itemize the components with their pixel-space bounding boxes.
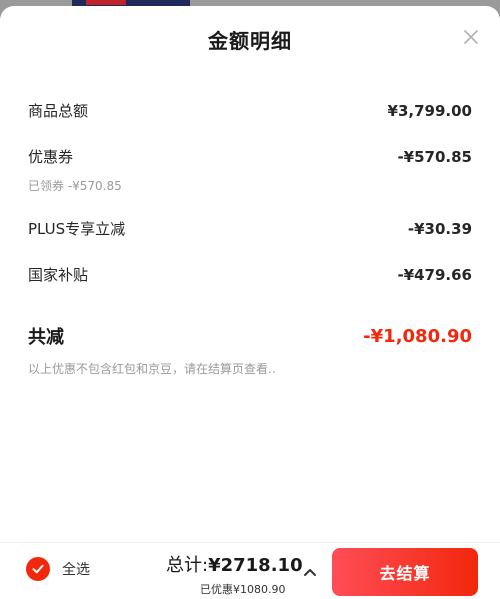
national-subsidy-value: -¥479.66 (397, 265, 472, 284)
total-discount-row: 共减 -¥1,080.90 (28, 323, 472, 349)
coupon-row: 优惠券 -¥570.85 (28, 146, 472, 167)
checkout-button[interactable]: 去结算 (332, 548, 478, 596)
goods-total-row: 商品总额 ¥3,799.00 (28, 100, 472, 121)
checkout-footer: 全选 总计:¥2718.10 已优惠¥1080.90 去结算 (0, 542, 500, 599)
sheet-title: 金额明细 (208, 28, 292, 53)
coupon-label: 优惠券 (28, 148, 74, 166)
footer-total-prefix: 总计: (166, 555, 209, 576)
discount-disclaimer: 以上优惠不包含红包和京豆，请在结算页查看.. (28, 362, 276, 376)
footer-total-amount: ¥2718.10 (208, 555, 303, 576)
national-subsidy-row: 国家补贴 -¥479.66 (28, 264, 472, 285)
close-icon[interactable] (460, 26, 482, 48)
footer-saved-amount: 已优惠¥1080.90 (200, 583, 286, 596)
footer-total: 总计:¥2718.10 (166, 551, 303, 577)
goods-total-value: ¥3,799.00 (387, 101, 472, 120)
total-discount-label: 共减 (28, 327, 64, 348)
coupon-claimed-note: 已领券 -¥570.85 (28, 179, 122, 193)
amount-detail-sheet: 金额明细 商品总额 ¥3,799.00 优惠券 -¥570.85 已领券 -¥5… (0, 6, 500, 599)
total-discount-value: -¥1,080.90 (363, 325, 472, 347)
background-product-thumbnail-accent (86, 0, 126, 5)
plus-discount-label: PLUS专享立减 (28, 220, 126, 238)
plus-discount-row: PLUS专享立减 -¥30.39 (28, 218, 472, 239)
select-all-label: 全选 (62, 562, 90, 578)
national-subsidy-label: 国家补贴 (28, 266, 89, 284)
goods-total-label: 商品总额 (28, 102, 89, 120)
coupon-value: -¥570.85 (397, 147, 472, 166)
sheet-header: 金额明细 (0, 6, 500, 70)
select-all-toggle[interactable]: 全选 (26, 557, 90, 581)
chevron-up-icon[interactable] (301, 565, 319, 579)
check-circle-icon[interactable] (26, 557, 50, 581)
plus-discount-value: -¥30.39 (407, 219, 472, 238)
